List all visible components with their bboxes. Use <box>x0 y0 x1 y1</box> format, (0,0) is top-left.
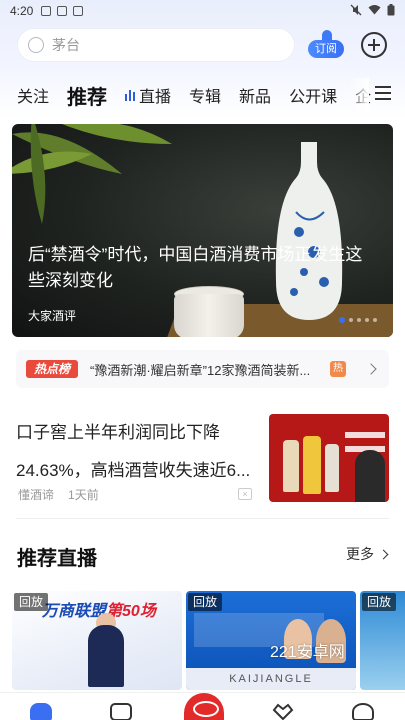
tab-live-label: 直播 <box>139 89 172 106</box>
carousel-dot <box>365 318 369 322</box>
article-title: 口子窖上半年利润同比下降24.63%，高档酒营收失速近6... <box>16 423 251 480</box>
live-bars-icon <box>125 89 136 101</box>
carousel-dot <box>349 318 353 322</box>
article-time: 1天前 <box>68 488 99 502</box>
subscribe-button[interactable]: 订阅 <box>308 30 344 60</box>
tab-album[interactable]: 专辑 <box>189 83 221 107</box>
live-card[interactable]: 万商联盟第50场 回放 <box>12 591 182 690</box>
tab-new-products[interactable]: 新品 <box>239 83 271 107</box>
wifi-icon <box>368 4 381 18</box>
carousel-dot-active <box>339 317 345 323</box>
video-play-icon[interactable] <box>110 703 132 720</box>
divider <box>16 518 389 519</box>
live-card-strip: KAIJIANGLE <box>186 668 356 690</box>
watermark: 221安卓网 <box>270 644 345 661</box>
speaker-body-image <box>88 625 124 687</box>
tab-live[interactable]: 直播 <box>125 83 171 107</box>
hamburger-menu-icon[interactable] <box>375 86 391 100</box>
tab-recommend[interactable]: 推荐 <box>67 81 107 110</box>
tab-follow[interactable]: 关注 <box>17 83 49 107</box>
center-logo-icon[interactable] <box>184 693 224 720</box>
more-button[interactable]: 更多 <box>346 544 389 564</box>
article-thumbnail <box>269 414 389 502</box>
carousel-dot <box>357 318 361 322</box>
article-card[interactable]: 口子窖上半年利润同比下降24.63%，高档酒营收失速近6... 懂酒谛 1天前 … <box>16 408 389 504</box>
replay-badge: 回放 <box>188 593 223 611</box>
article-meta: 懂酒谛 1天前 <box>18 486 99 503</box>
tabs-fade <box>349 78 369 112</box>
carousel-dot <box>373 318 377 322</box>
notification-icon <box>41 6 52 16</box>
search-icon <box>28 37 44 53</box>
status-bar: 4:20 <box>0 0 405 22</box>
replay-badge: 回放 <box>362 593 397 611</box>
live-card[interactable]: 回放 <box>360 591 405 690</box>
heart-diamond-icon[interactable] <box>272 703 294 720</box>
hot-list-bar[interactable]: 热点榜 “豫酒新潮·耀启新章”12家豫酒简装新... 热 <box>16 350 389 388</box>
bottom-nav <box>0 692 405 720</box>
notification-icon-3 <box>73 6 84 16</box>
search-input[interactable] <box>52 37 252 53</box>
article-source: 懂酒谛 <box>18 488 55 502</box>
replay-badge: 回放 <box>14 593 49 611</box>
add-icon[interactable] <box>361 32 387 58</box>
porcelain-bottle-image <box>275 142 343 320</box>
face-icon[interactable] <box>352 703 374 720</box>
battery-icon <box>387 3 395 19</box>
hot-list-text: “豫酒新潮·耀启新章”12家豫酒简装新... <box>90 362 311 378</box>
banner-title: 后“禁酒令”时代，中国白酒消费市场正发生这些深刻变化 <box>28 245 363 290</box>
section-title: 推荐直播 <box>17 548 97 570</box>
hot-list-badge: 热点榜 <box>26 360 78 378</box>
chevron-right-icon <box>378 549 389 559</box>
banner-source: 大家酒评 <box>28 309 77 323</box>
status-time: 4:20 <box>10 4 34 18</box>
subscribe-label: 订阅 <box>308 40 344 58</box>
carousel-indicator <box>339 317 377 323</box>
hero-banner[interactable]: 后“禁酒令”时代，中国白酒消费市场正发生这些深刻变化 大家酒评 <box>12 124 393 337</box>
notification-icon-2 <box>57 6 68 16</box>
home-icon[interactable] <box>30 703 52 720</box>
mute-icon <box>350 4 362 19</box>
live-list: 万商联盟第50场 回放 KAIJIANGLE 回放 回放 <box>12 591 405 691</box>
search-row: 订阅 <box>18 28 393 62</box>
close-icon[interactable]: × <box>238 488 252 500</box>
search-bar[interactable] <box>18 29 294 61</box>
leaves-image <box>12 124 172 224</box>
category-tabs: 关注 推荐 直播 专辑 新品 公开课 企 <box>0 78 405 112</box>
more-label: 更多 <box>346 546 374 562</box>
hot-tag-icon: 热 <box>330 361 346 377</box>
chevron-right-icon <box>365 363 377 375</box>
tab-open-class[interactable]: 公开课 <box>289 83 337 107</box>
cup-body-image <box>174 294 244 337</box>
